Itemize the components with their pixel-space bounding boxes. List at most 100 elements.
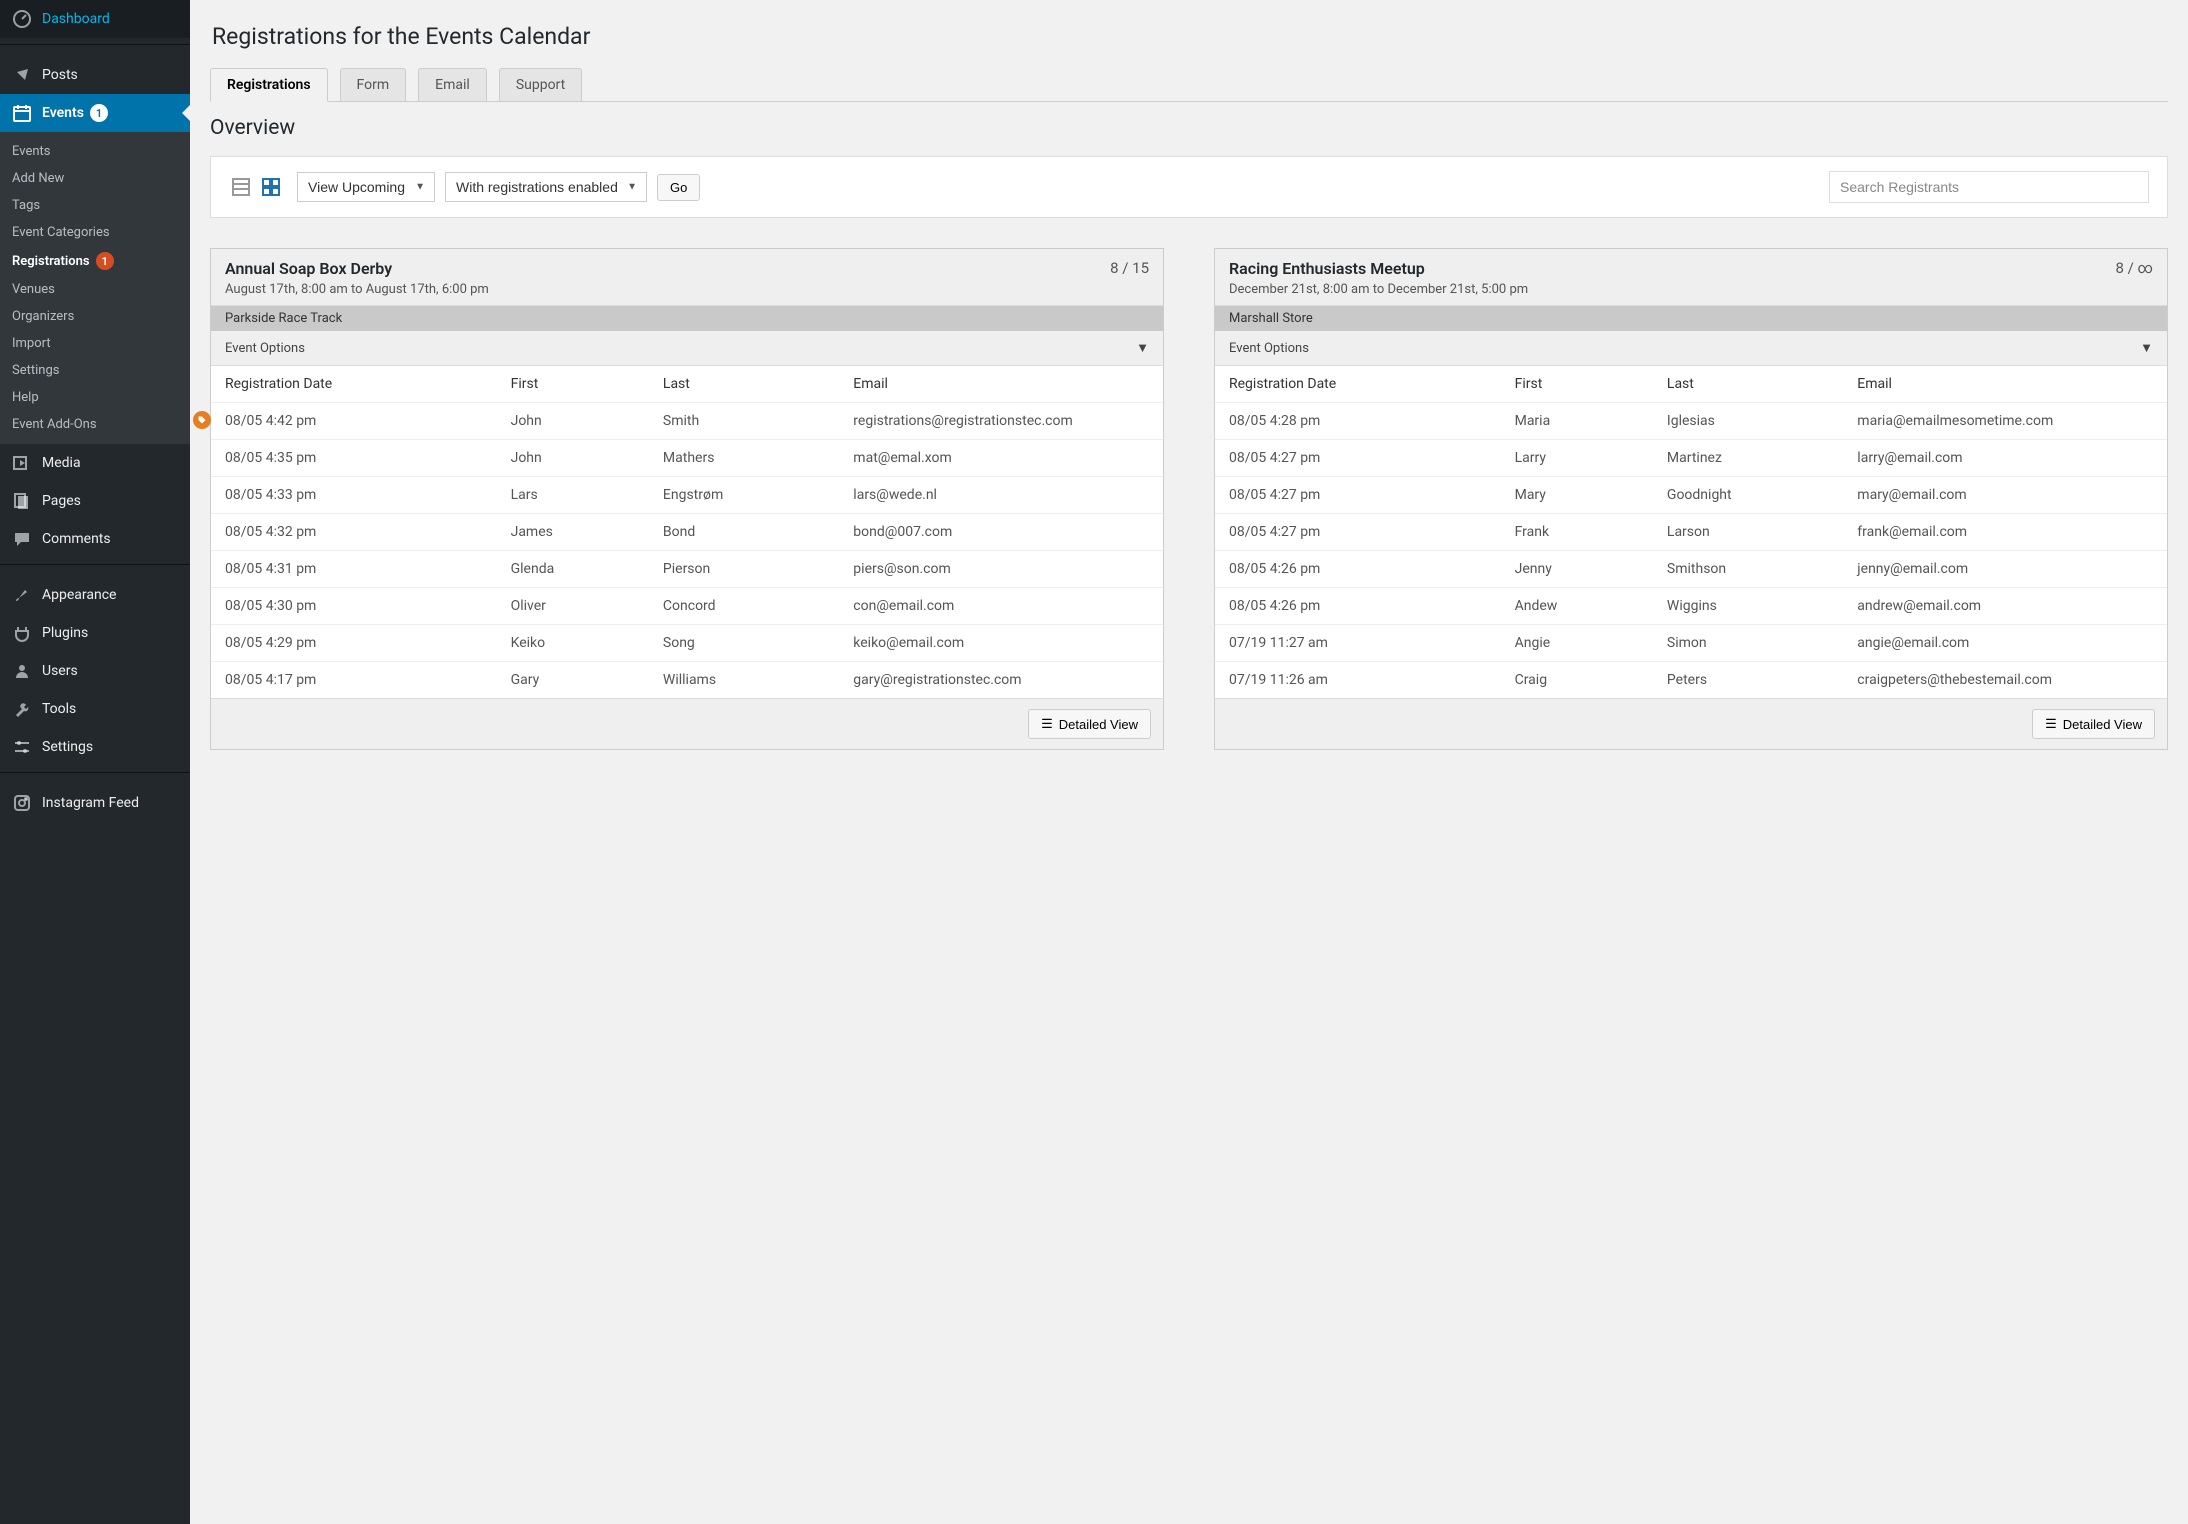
list-bullets-icon: ☰ <box>2045 716 2057 732</box>
calendar-icon <box>12 103 32 123</box>
sidebar-item-comments[interactable]: Comments <box>0 520 190 558</box>
cell-regdate: 08/05 4:42 pm <box>211 403 497 440</box>
table-row[interactable]: 08/05 4:26 pm Jenny Smithson jenny@email… <box>1215 551 2167 588</box>
table-row[interactable]: 08/05 4:42 pm John Smith registrations@r… <box>211 403 1163 440</box>
col-email: Email <box>839 366 1163 403</box>
cell-last: Pierson <box>649 551 839 588</box>
tab-email[interactable]: Email <box>418 68 487 102</box>
table-row[interactable]: 08/05 4:29 pm Keiko Song keiko@email.com <box>211 625 1163 662</box>
sidebar-subitem-settings[interactable]: Settings <box>0 357 190 384</box>
page-title: Registrations for the Events Calendar <box>212 23 2168 50</box>
cell-first: Gary <box>497 662 649 699</box>
sidebar-subitem-registrations[interactable]: Registrations1 <box>0 246 190 276</box>
event-header: Racing Enthusiasts Meetup 8 / ∞ December… <box>1215 249 2167 306</box>
col-email: Email <box>1843 366 2167 403</box>
sidebar-subitem-help[interactable]: Help <box>0 384 190 411</box>
event-venue: Parkside Race Track <box>211 306 1163 331</box>
sidebar-item-appearance[interactable]: Appearance <box>0 576 190 614</box>
table-row[interactable]: 08/05 4:26 pm Andew Wiggins andrew@email… <box>1215 588 2167 625</box>
table-row[interactable]: 08/05 4:28 pm Maria Iglesias maria@email… <box>1215 403 2167 440</box>
cell-first: Keiko <box>497 625 649 662</box>
sidebar-label: Settings <box>42 739 93 755</box>
sidebar-item-dashboard[interactable]: Dashboard <box>0 0 190 38</box>
event-options-toggle[interactable]: Event Options ▼ <box>1215 331 2167 366</box>
event-date: August 17th, 8:00 am to August 17th, 6:0… <box>225 282 1149 297</box>
table-row[interactable]: 08/05 4:31 pm Glenda Pierson piers@son.c… <box>211 551 1163 588</box>
table-row[interactable]: 08/05 4:27 pm Larry Martinez larry@email… <box>1215 440 2167 477</box>
table-row[interactable]: 08/05 4:35 pm John Mathers mat@emal.xom <box>211 440 1163 477</box>
tab-support[interactable]: Support <box>499 68 582 102</box>
cell-first: Oliver <box>497 588 649 625</box>
detailed-view-button[interactable]: ☰ Detailed View <box>1028 709 1151 739</box>
sidebar-item-tools[interactable]: Tools <box>0 690 190 728</box>
cell-first: Mary <box>1501 477 1653 514</box>
instagram-icon <box>12 793 32 813</box>
search-input[interactable] <box>1829 171 2149 203</box>
tab-registrations[interactable]: Registrations <box>210 68 328 102</box>
cell-last: Smith <box>649 403 839 440</box>
sidebar-subitem-venues[interactable]: Venues <box>0 276 190 303</box>
sidebar-item-users[interactable]: Users <box>0 652 190 690</box>
cell-regdate: 08/05 4:17 pm <box>211 662 497 699</box>
sidebar-item-settings[interactable]: Settings <box>0 728 190 766</box>
go-button[interactable]: Go <box>657 174 700 201</box>
table-row[interactable]: 08/05 4:33 pm Lars Engstrøm lars@wede.nl <box>211 477 1163 514</box>
cell-first: Angie <box>1501 625 1653 662</box>
filter-timeframe-wrap: View Upcoming <box>297 172 435 202</box>
col-first: First <box>1501 366 1653 403</box>
user-icon <box>12 661 32 681</box>
cell-regdate: 08/05 4:30 pm <box>211 588 497 625</box>
sidebar-subitem-events[interactable]: Events <box>0 138 190 165</box>
grid-view-button[interactable] <box>259 175 283 199</box>
filter-registration-wrap: With registrations enabled <box>445 172 647 202</box>
detailed-view-button[interactable]: ☰ Detailed View <box>2032 709 2155 739</box>
list-view-button[interactable] <box>229 175 253 199</box>
cell-email: keiko@email.com <box>839 625 1163 662</box>
table-row[interactable]: 08/05 4:27 pm Mary Goodnight mary@email.… <box>1215 477 2167 514</box>
sidebar-subitem-import[interactable]: Import <box>0 330 190 357</box>
event-title: Annual Soap Box Derby <box>225 259 1149 278</box>
filter-registration-select[interactable]: With registrations enabled <box>445 172 647 202</box>
sidebar-subitem-categories[interactable]: Event Categories <box>0 219 190 246</box>
sidebar-item-instagram[interactable]: Instagram Feed <box>0 784 190 822</box>
table-row[interactable]: 07/19 11:27 am Angie Simon angie@email.c… <box>1215 625 2167 662</box>
plug-icon <box>12 623 32 643</box>
event-count: 8 / 15 <box>1110 259 1149 277</box>
brush-icon <box>12 585 32 605</box>
sidebar-label: Media <box>42 455 81 471</box>
sidebar-item-posts[interactable]: Posts <box>0 56 190 94</box>
pin-icon <box>12 65 32 85</box>
cell-regdate: 08/05 4:29 pm <box>211 625 497 662</box>
sidebar-subitem-add-new[interactable]: Add New <box>0 165 190 192</box>
sidebar-subitem-tags[interactable]: Tags <box>0 192 190 219</box>
sidebar-item-plugins[interactable]: Plugins <box>0 614 190 652</box>
cell-email: craigpeters@thebestemail.com <box>1843 662 2167 699</box>
sidebar-label: Dashboard <box>42 11 110 27</box>
table-row[interactable]: 08/05 4:30 pm Oliver Concord con@email.c… <box>211 588 1163 625</box>
cell-regdate: 08/05 4:26 pm <box>1215 588 1501 625</box>
table-row[interactable]: 08/05 4:27 pm Frank Larson frank@email.c… <box>1215 514 2167 551</box>
event-options-toggle[interactable]: Event Options ▼ <box>211 331 1163 366</box>
table-row[interactable]: 08/05 4:32 pm James Bond bond@007.com <box>211 514 1163 551</box>
cell-email: registrations@registrationstec.com <box>839 403 1163 440</box>
cell-regdate: 08/05 4:27 pm <box>1215 477 1501 514</box>
sidebar-subitem-organizers[interactable]: Organizers <box>0 303 190 330</box>
event-options-label: Event Options <box>225 341 305 356</box>
cell-first: Andew <box>1501 588 1653 625</box>
cell-email: mary@email.com <box>1843 477 2167 514</box>
cell-first: James <box>497 514 649 551</box>
sidebar-subitem-addons[interactable]: Event Add-Ons <box>0 411 190 438</box>
cell-regdate: 08/05 4:31 pm <box>211 551 497 588</box>
sidebar-item-events[interactable]: Events 1 <box>0 94 190 132</box>
cell-email: jenny@email.com <box>1843 551 2167 588</box>
table-row[interactable]: 08/05 4:17 pm Gary Williams gary@registr… <box>211 662 1163 699</box>
media-icon <box>12 453 32 473</box>
sidebar-item-pages[interactable]: Pages <box>0 482 190 520</box>
sidebar-item-media[interactable]: Media <box>0 444 190 482</box>
grid-icon <box>261 177 281 197</box>
filter-timeframe-select[interactable]: View Upcoming <box>297 172 435 202</box>
tab-form[interactable]: Form <box>340 68 407 102</box>
cell-last: Wiggins <box>1653 588 1843 625</box>
event-table: Registration Date First Last Email 08/05… <box>211 366 1163 698</box>
table-row[interactable]: 07/19 11:26 am Craig Peters craigpeters@… <box>1215 662 2167 699</box>
